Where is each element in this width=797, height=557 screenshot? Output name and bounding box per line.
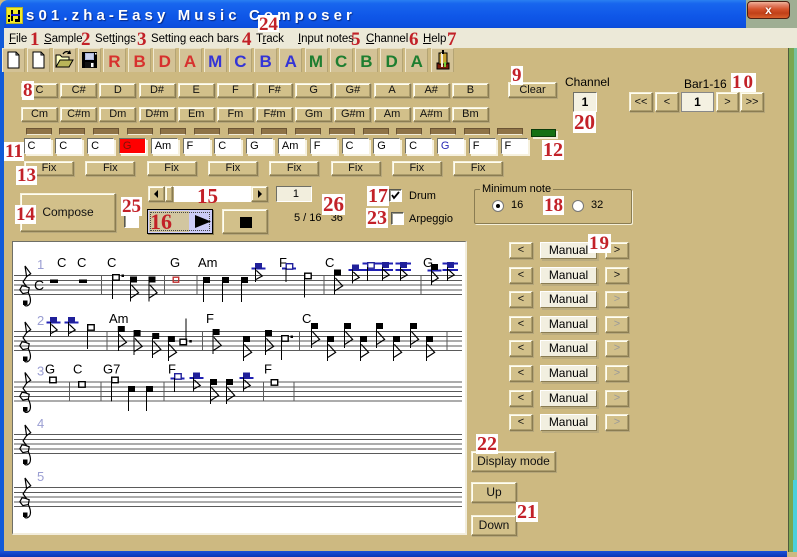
svg-text:C: C: [34, 277, 44, 293]
svg-text:C: C: [57, 255, 66, 270]
svg-text:4: 4: [37, 416, 44, 431]
svg-text:C: C: [107, 255, 116, 270]
svg-text:Am: Am: [198, 255, 218, 270]
svg-text:C: C: [77, 255, 86, 270]
svg-text:F: F: [206, 311, 214, 326]
svg-text:F: F: [264, 362, 272, 377]
svg-text:C: C: [325, 255, 334, 270]
svg-text:Am: Am: [109, 311, 129, 326]
svg-text:C: C: [73, 362, 82, 377]
svg-text:G7: G7: [103, 362, 120, 377]
svg-text:3: 3: [37, 364, 44, 379]
svg-text:2: 2: [37, 313, 44, 328]
svg-text:5: 5: [37, 469, 44, 484]
svg-text:C: C: [302, 311, 311, 326]
svg-text:G: G: [170, 255, 180, 270]
svg-text:G: G: [45, 362, 55, 377]
svg-text:1: 1: [37, 257, 44, 272]
